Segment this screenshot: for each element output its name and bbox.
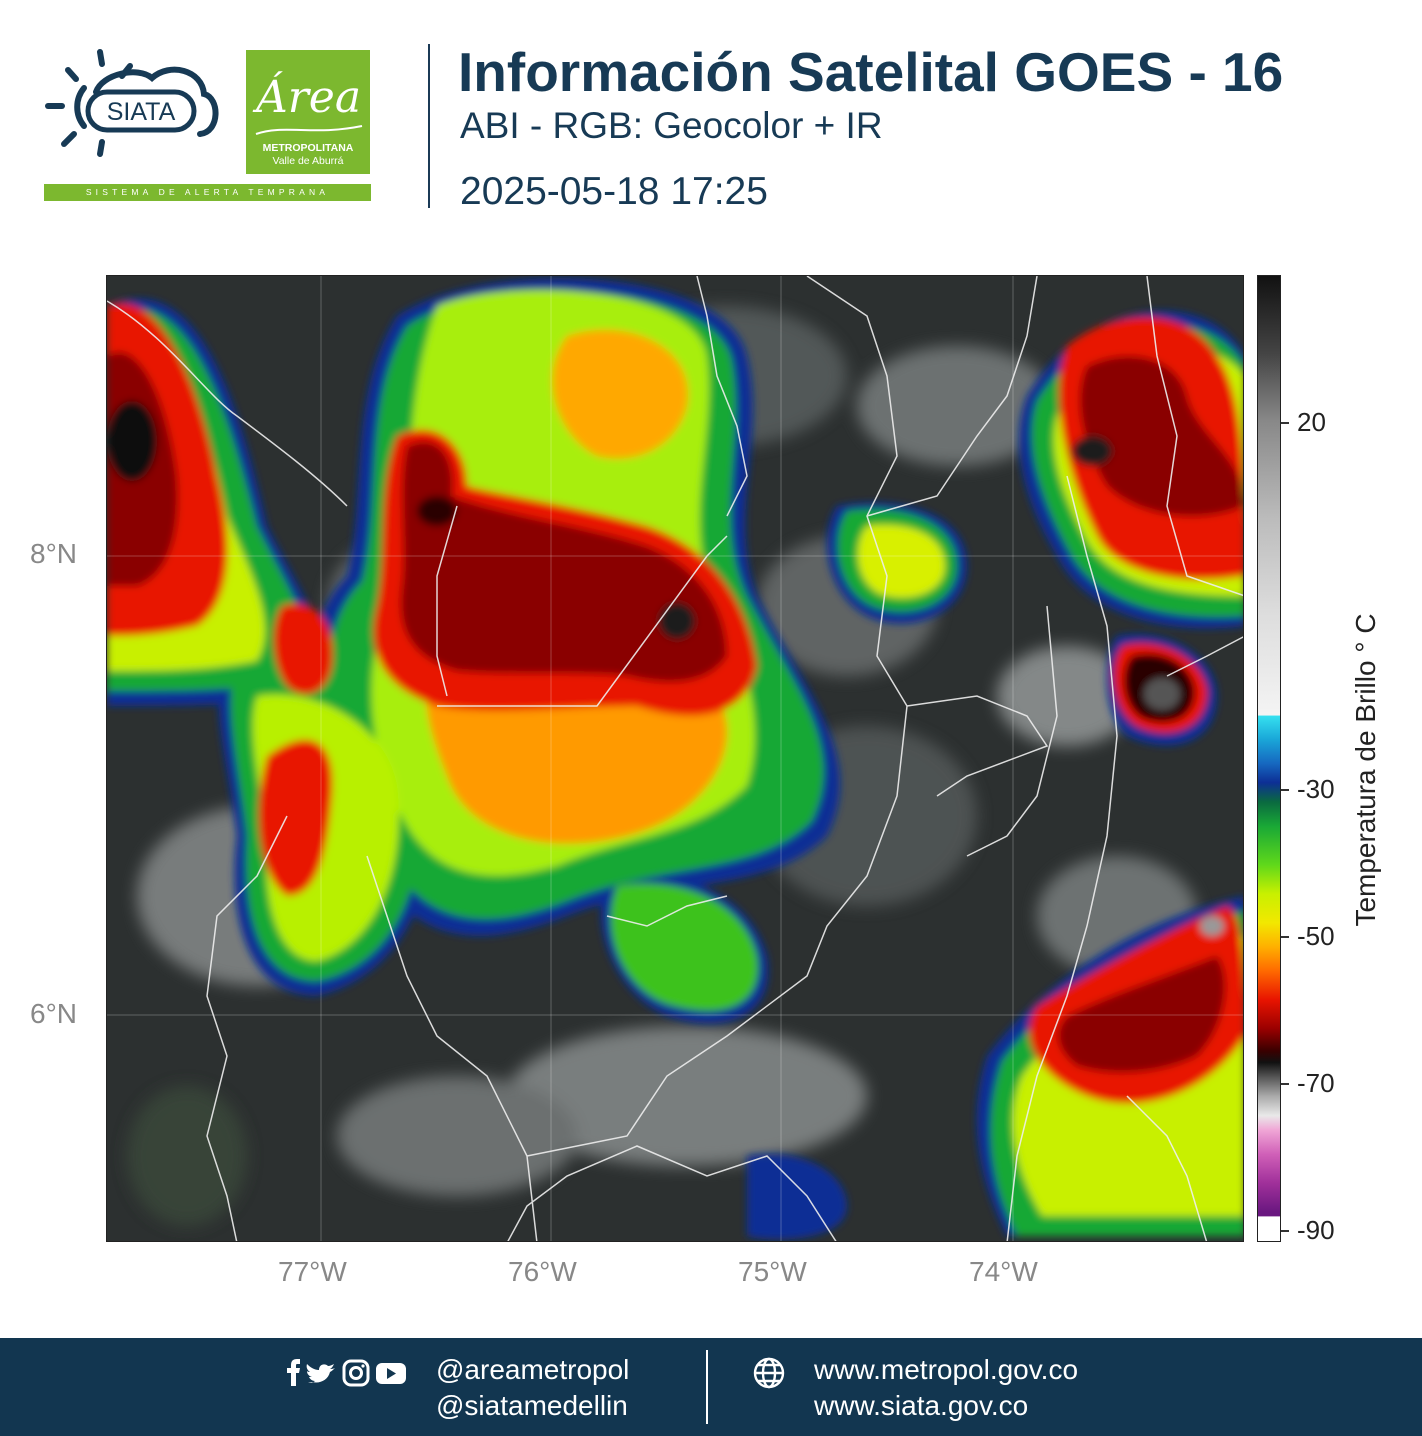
colorbar-tick-mark: [1281, 422, 1289, 424]
colorbar-tick-mark: [1281, 1083, 1289, 1085]
colorbar-title: Temperatura de Brillo ° C: [1350, 613, 1381, 927]
colorbar-label-minus30: -30: [1297, 774, 1335, 804]
globe-icon: [753, 1357, 785, 1389]
colorbar-label-20: 20: [1297, 407, 1326, 437]
lon-tick-74w: 74°W: [969, 1256, 1038, 1287]
lat-tick-8n: 8°N: [30, 538, 77, 569]
siata-logo: SIATA: [45, 49, 219, 157]
footer-handle-siatamedellin[interactable]: @siatamedellin: [436, 1390, 628, 1422]
area-logo-script: Área: [256, 72, 362, 123]
facebook-icon[interactable]: [287, 1359, 300, 1386]
footer-bar: [0, 1338, 1422, 1436]
area-logo-line1: METROPOLITANA: [262, 142, 354, 154]
social-icons: [287, 1359, 406, 1387]
footer-url-metropol[interactable]: www.metropol.gov.co: [814, 1354, 1078, 1386]
colorbar-label-minus50: -50: [1297, 921, 1335, 951]
colorbar-tick-mark: [1281, 789, 1289, 791]
image-datetime: 2025-05-18 17:25: [460, 170, 768, 213]
header-divider: [428, 44, 430, 208]
lon-tick-75w: 75°W: [738, 1256, 807, 1287]
lat-tick-6n: 6°N: [30, 998, 77, 1029]
temperature-colorbar: [1257, 275, 1281, 1242]
colorbar-tick-mark: [1281, 1230, 1289, 1232]
page-title: Información Satelital GOES - 16: [458, 41, 1284, 103]
area-logo-line2: Valle de Aburrá: [272, 155, 344, 167]
siata-tagline: SISTEMA DE ALERTA TEMPRANA: [44, 184, 371, 201]
colorbar-label-minus70: -70: [1297, 1068, 1335, 1098]
youtube-icon[interactable]: [376, 1363, 406, 1384]
area-metropolitana-logo: Área METROPOLITANA Valle de Aburrá: [246, 50, 370, 174]
product-subtitle: ABI - RGB: Geocolor + IR: [460, 105, 883, 146]
lon-tick-76w: 76°W: [508, 1256, 577, 1287]
twitter-icon[interactable]: [306, 1364, 335, 1383]
lon-tick-77w: 77°W: [278, 1256, 347, 1287]
footer-handle-areametropol[interactable]: @areametropol: [436, 1354, 629, 1386]
footer-url-siata[interactable]: www.siata.gov.co: [814, 1390, 1028, 1422]
colorbar-label-minus90: -90: [1297, 1215, 1335, 1245]
instagram-icon[interactable]: [342, 1359, 370, 1387]
colorbar-tick-mark: [1281, 936, 1289, 938]
siata-logo-text: SIATA: [107, 98, 176, 126]
satellite-image: [107, 276, 1243, 1241]
footer-divider: [706, 1350, 708, 1424]
satellite-map: [106, 275, 1244, 1242]
